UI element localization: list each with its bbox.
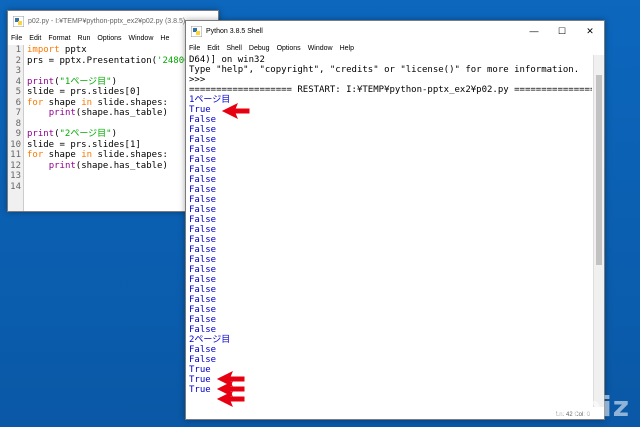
shell-body[interactable]: D64)] on win32 Type "help", "copyright", … — [186, 55, 604, 419]
python-icon — [191, 25, 202, 37]
shell-output-line: False — [189, 145, 217, 155]
editor-menu-edit[interactable]: Edit — [29, 35, 41, 42]
shell-output-line: False — [189, 125, 217, 135]
shell-menu-edit[interactable]: Edit — [207, 45, 219, 52]
editor-menu-window[interactable]: Window — [128, 35, 153, 42]
shell-output-line: 1ページ目 — [189, 95, 231, 105]
line-number: 8 — [15, 118, 21, 129]
scrollbar-thumb[interactable] — [596, 75, 602, 265]
shell-menu-debug[interactable]: Debug — [249, 45, 270, 52]
window-controls: — ☐ ✕ — [520, 21, 604, 41]
shell-output-line: False — [189, 285, 217, 295]
shell-output-line: False — [189, 355, 217, 365]
editor-menu-he[interactable]: He — [160, 35, 169, 42]
shell-output-line: False — [189, 115, 217, 125]
shell-output-line: False — [189, 295, 217, 305]
shell-output-line: False — [189, 235, 217, 245]
shell-output-line: True — [189, 105, 211, 115]
minimize-icon[interactable]: — — [520, 21, 548, 41]
shell-output-line: False — [189, 215, 217, 225]
shell-output-line: False — [189, 225, 217, 235]
shell-title: Python 3.8.5 Shell — [206, 27, 263, 35]
shell-output-line: False — [189, 345, 217, 355]
line-number: 7 — [15, 108, 21, 118]
editor-menu-options[interactable]: Options — [97, 35, 121, 42]
shell-output-line: False — [189, 195, 217, 205]
shell-menu-options[interactable]: Options — [277, 45, 301, 52]
editor-menu-run[interactable]: Run — [78, 35, 91, 42]
shell-output-line: 2ページ目 — [189, 335, 231, 345]
shell-output-line: False — [189, 185, 217, 195]
line-number: 11 — [10, 150, 21, 160]
shell-output-line: False — [189, 165, 217, 175]
editor-menu-file[interactable]: File — [11, 35, 22, 42]
line-number: 3 — [15, 66, 21, 76]
shell-output-line: False — [189, 325, 217, 335]
line-number-gutter: 1 2 3 4 5 6 7 8 9 10 11 12 13 14 — [8, 45, 24, 211]
editor-menu-format[interactable]: Format — [48, 35, 70, 42]
shell-output-line: True — [189, 365, 211, 375]
shell-line: D64)] on win32 — [189, 55, 265, 65]
line-number: 9 — [15, 129, 21, 139]
shell-line: >>> — [189, 75, 211, 85]
close-icon[interactable]: ✕ — [576, 21, 604, 41]
shell-output[interactable]: D64)] on win32 Type "help", "copyright", … — [189, 55, 592, 395]
vertical-scrollbar[interactable] — [593, 55, 604, 407]
shell-menu-window[interactable]: Window — [308, 45, 333, 52]
line-number: 2 — [15, 55, 21, 66]
line-number: 10 — [10, 139, 21, 150]
shell-output-line: False — [189, 305, 217, 315]
shell-window[interactable]: Python 3.8.5 Shell — ☐ ✕ File Edit Shell De… — [185, 20, 605, 420]
shell-output-line: False — [189, 175, 217, 185]
shell-output-line: False — [189, 275, 217, 285]
shell-output-line: True — [189, 375, 211, 385]
shell-output-line: False — [189, 245, 217, 255]
line-number: 13 — [10, 171, 21, 181]
shell-output-line: False — [189, 205, 217, 215]
maximize-icon[interactable]: ☐ — [548, 21, 576, 41]
shell-output-line: False — [189, 265, 217, 275]
shell-menubar: File Edit Shell Debug Options Window Help — [186, 41, 604, 55]
line-number: 1 — [15, 45, 21, 55]
watermark: k05.biz — [508, 390, 630, 423]
line-number: 12 — [10, 160, 21, 171]
shell-output-line: False — [189, 255, 217, 265]
line-number: 5 — [15, 87, 21, 97]
shell-menu-help[interactable]: Help — [340, 45, 354, 52]
line-number: 4 — [15, 76, 21, 87]
editor-title: p02.py - I:¥TEMP¥python-pptx_ex2¥p02.py … — [28, 17, 186, 25]
shell-menu-file[interactable]: File — [189, 45, 200, 52]
python-icon — [13, 15, 24, 27]
shell-line: =================== RESTART: I:¥TEMP¥pyt… — [189, 85, 592, 95]
shell-line: Type "help", "copyright", "credits" or "… — [189, 65, 580, 75]
shell-output-line: False — [189, 135, 217, 145]
shell-output-line: False — [189, 155, 217, 165]
shell-output-line: False — [189, 315, 217, 325]
shell-menu-shell[interactable]: Shell — [226, 45, 242, 52]
shell-titlebar[interactable]: Python 3.8.5 Shell — ☐ ✕ — [186, 21, 604, 41]
line-number: 14 — [10, 181, 21, 192]
line-number: 6 — [15, 97, 21, 108]
